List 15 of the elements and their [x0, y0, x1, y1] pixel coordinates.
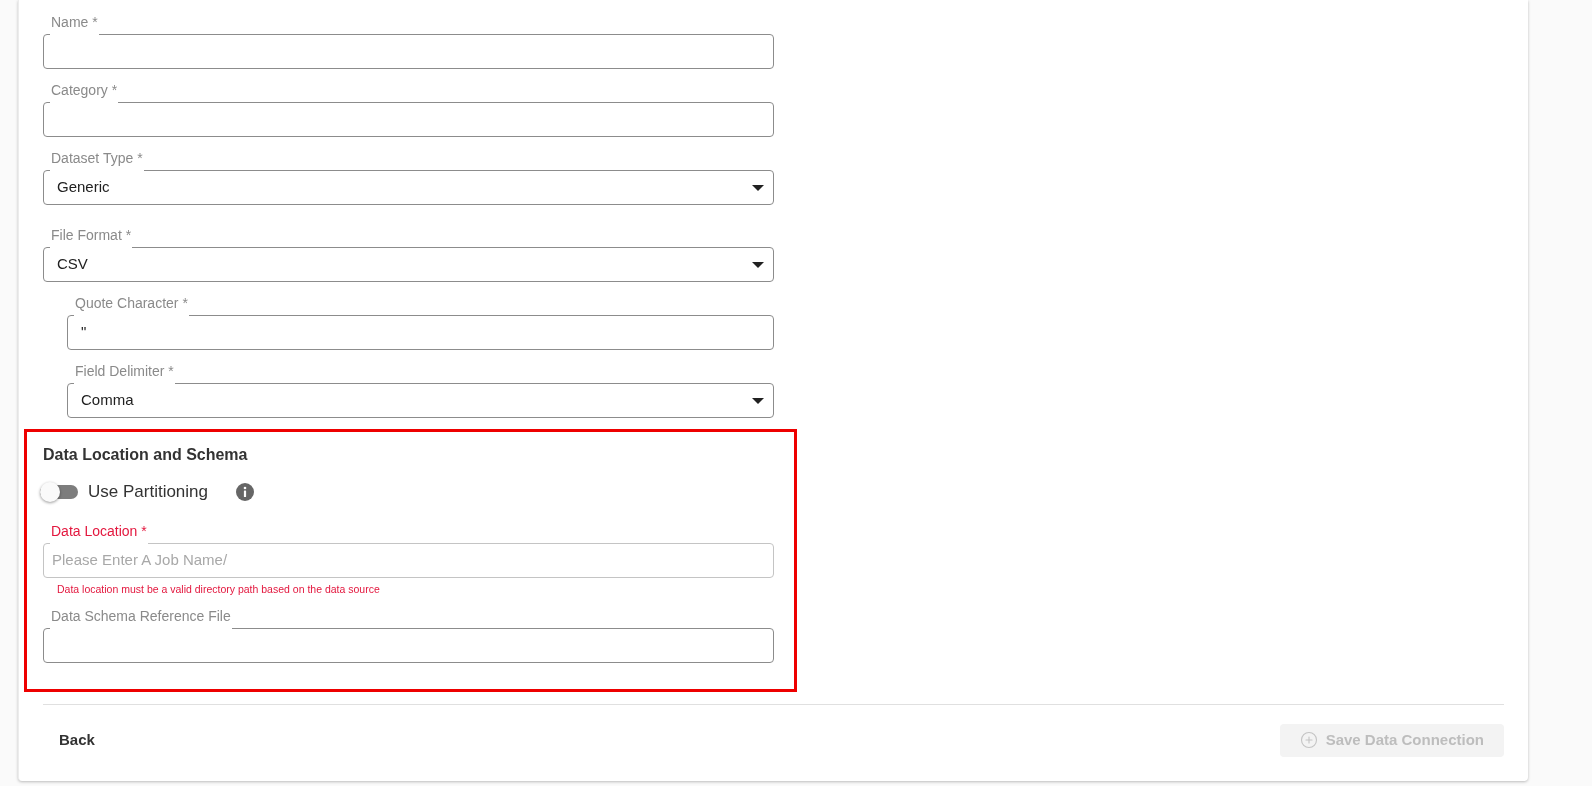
toggle-switch[interactable] [40, 482, 78, 502]
error-message: Data location must be a valid directory path based on the data source [56, 582, 381, 596]
back-button[interactable]: Back [43, 722, 111, 758]
dropdown-caret-icon [752, 261, 764, 268]
toggle-label: Use Partitioning [88, 481, 208, 504]
dropdown-caret-icon [752, 184, 764, 191]
info-icon[interactable] [236, 483, 254, 501]
field-value: Generic [57, 177, 110, 198]
field-value: " [81, 322, 87, 343]
section-title: Data Location and Schema [43, 445, 249, 465]
placeholder-text: Please Enter A Job Name/ [52, 550, 228, 571]
dropdown-caret-icon [752, 397, 764, 404]
field-value: Comma [81, 390, 134, 411]
plus-circle-icon [1299, 731, 1318, 749]
field-value: CSV [57, 254, 88, 275]
